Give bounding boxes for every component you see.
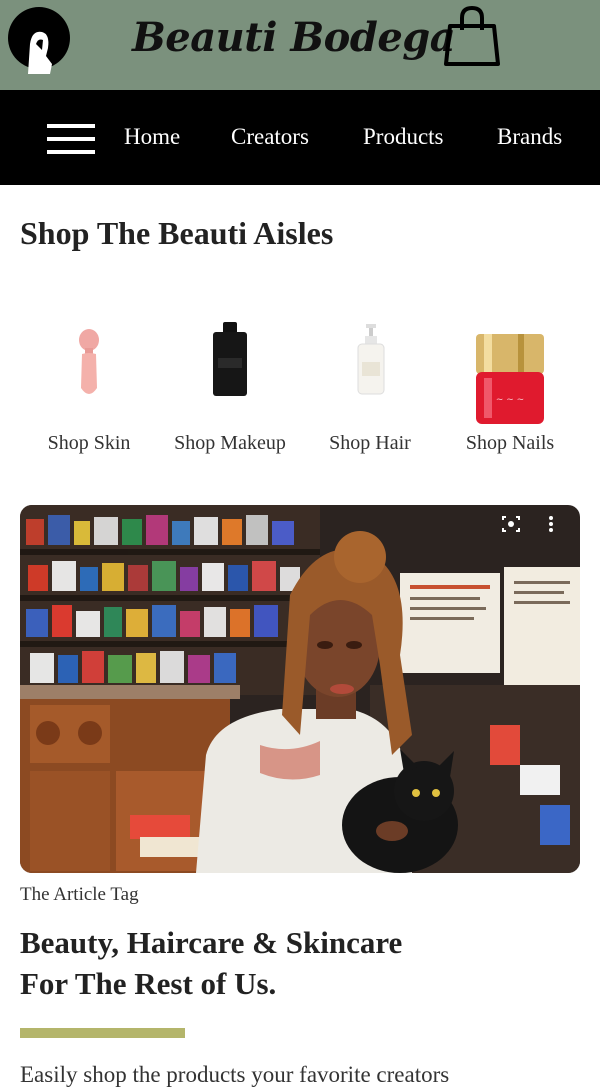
skin-tool-icon (79, 329, 99, 394)
article-title-line-1: Beauty, Haircare & Skincare (20, 925, 403, 960)
nav-link-products[interactable]: Products (363, 124, 444, 150)
aisle-nails[interactable]: ~ ~ ~ Shop Nails (440, 318, 580, 455)
aisle-makeup[interactable]: Shop Makeup (160, 318, 300, 455)
article-tag[interactable]: The Article Tag (20, 884, 139, 906)
aisle-label-hair: Shop Hair (329, 432, 411, 454)
article-title-line-2: For The Rest of Us. (20, 966, 277, 1001)
lens-search-icon[interactable] (500, 514, 522, 534)
nav-link-brands[interactable]: Brands (497, 124, 562, 150)
logo-afro-silhouette-icon[interactable] (6, 4, 72, 74)
brand-title[interactable]: Beauti Bodega (132, 14, 456, 61)
hero-image[interactable] (20, 505, 580, 873)
hamburger-menu-icon[interactable] (47, 124, 95, 156)
article-title[interactable]: Beauty, Haircare & Skincare For The Rest… (20, 922, 580, 1004)
more-options-icon[interactable] (540, 514, 562, 534)
svg-text:~ ~ ~: ~ ~ ~ (496, 395, 524, 405)
accent-divider (20, 1028, 185, 1038)
aisle-label-nails: Shop Nails (465, 432, 555, 454)
nail-polish-icon: ~ ~ ~ (476, 334, 544, 424)
article-excerpt: Easily shop the products your favorite c… (20, 1062, 450, 1087)
top-header: Beauti Bodega (0, 0, 600, 90)
aisle-label-makeup: Shop Makeup (174, 432, 286, 454)
nav-link-home[interactable]: Home (124, 124, 180, 150)
makeup-bottle-icon (213, 322, 247, 396)
hair-lotion-icon (357, 324, 385, 395)
section-title: Shop The Beauti Aisles (20, 215, 334, 251)
aisle-hair[interactable]: Shop Hair (300, 318, 440, 455)
aisle-skin[interactable]: Shop Skin (19, 318, 159, 455)
shopping-bag-icon[interactable] (442, 4, 502, 68)
aisle-label-skin: Shop Skin (47, 432, 131, 454)
nav-link-creators[interactable]: Creators (231, 124, 309, 150)
